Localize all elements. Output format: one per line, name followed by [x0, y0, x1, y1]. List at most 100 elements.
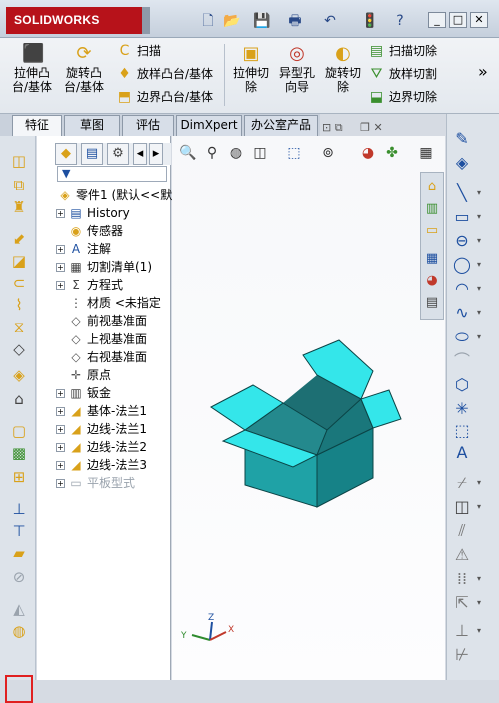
view-orientation-icon[interactable]: ⬚	[284, 142, 304, 164]
expand-icon[interactable]: +	[56, 425, 65, 434]
break-corner-icon[interactable]: ▢	[8, 420, 30, 442]
arc-dropdown-icon[interactable]: ▾	[477, 278, 487, 300]
swept-cut-button[interactable]: ▤ 扫描切除	[368, 41, 437, 61]
resources-icon[interactable]: ▥	[423, 199, 441, 219]
tree-root[interactable]: ◈ 零件1 (默认<<默	[57, 186, 172, 204]
tile-icon[interactable]: ⊡	[322, 121, 331, 134]
sweep-button[interactable]: C 扫描	[116, 41, 161, 61]
undo-icon[interactable]: ↶	[320, 12, 340, 30]
sketched-bend-icon[interactable]: ⧖	[8, 316, 30, 338]
section-view-icon[interactable]: ◫	[250, 142, 270, 164]
custom-properties-icon[interactable]: ▤	[423, 293, 441, 313]
hole-wizard-button[interactable]: ◎ 异型孔 向导	[274, 40, 320, 104]
open-folder-icon[interactable]: 📂	[222, 12, 242, 30]
unfold-icon[interactable]: ⊥	[8, 498, 30, 520]
solidworks-logo[interactable]: SOLIDWORKS	[6, 7, 142, 34]
tree-item[interactable]: ◇ 前视基准面	[56, 312, 147, 330]
plane-tool-icon[interactable]: ⬚	[451, 420, 473, 442]
mirror-icon[interactable]: ⚠	[451, 544, 473, 566]
tree-item[interactable]: + A 注解	[56, 240, 111, 258]
jog-icon[interactable]: ⌇	[8, 294, 30, 316]
linear-pattern-icon[interactable]: ⁞⁞	[451, 568, 473, 590]
polygon-icon[interactable]: ⬡	[451, 374, 473, 396]
edit-appearance-icon[interactable]: ◕	[358, 142, 378, 164]
tab-evaluate[interactable]: 评估	[122, 115, 174, 136]
close-doc-icon[interactable]: ✕	[373, 121, 382, 134]
boundary-boss-button[interactable]: ⬒ 边界凸台/基体	[116, 87, 213, 107]
rip-icon[interactable]: ◍	[8, 620, 30, 642]
display-relations-icon[interactable]: ⊥	[451, 620, 473, 642]
restore-icon[interactable]: ❐	[360, 121, 370, 134]
edge-flange-tool-icon[interactable]: ⬋	[8, 228, 30, 250]
pattern-dropdown-icon[interactable]: ▾	[477, 568, 487, 590]
expand-icon[interactable]: +	[56, 461, 65, 470]
zoom-to-fit-icon[interactable]: 🔍	[178, 142, 198, 164]
home-icon[interactable]: ⌂	[423, 177, 441, 197]
base-flange-tool-icon[interactable]: ◫	[8, 150, 30, 172]
new-document-icon[interactable]: 🗋	[198, 12, 218, 30]
traffic-light-icon[interactable]: 🚦	[360, 12, 380, 30]
tree-item[interactable]: + ◢ 基体-法兰1	[56, 402, 147, 420]
previous-view-icon[interactable]: ◍	[226, 142, 246, 164]
configuration-tab-icon[interactable]: ⚙	[107, 143, 129, 165]
tree-item[interactable]: ◇ 右视基准面	[56, 348, 147, 366]
boundary-cut-button[interactable]: ⬓ 边界切除	[368, 87, 437, 107]
tab-dimxpert[interactable]: DimXpert	[176, 115, 242, 136]
loft-button[interactable]: ♦ 放样凸台/基体	[116, 64, 213, 84]
close-button[interactable]: ✕	[470, 12, 488, 28]
property-manager-tab-icon[interactable]: ▤	[81, 143, 103, 165]
tree-item[interactable]: + ◢ 边线-法兰2	[56, 438, 147, 456]
expand-icon[interactable]: +	[56, 209, 65, 218]
expand-icon[interactable]: +	[56, 389, 65, 398]
move-entities-icon[interactable]: ⇱	[451, 592, 473, 614]
save-icon[interactable]: 💾	[252, 12, 272, 30]
lofted-cut-button[interactable]: ⛛ 放样切割	[368, 64, 437, 84]
slot-icon[interactable]: ⊖	[451, 230, 473, 252]
zoom-area-icon[interactable]: ⚲	[202, 142, 222, 164]
expand-icon[interactable]: +	[56, 263, 65, 272]
tree-item[interactable]: ◇ 上视基准面	[56, 330, 147, 348]
convert-dropdown-icon[interactable]: ▾	[477, 496, 487, 518]
corner-relief-icon[interactable]: ▩	[8, 442, 30, 464]
tree-item[interactable]: + ▥ 钣金	[56, 384, 111, 402]
spline-dropdown-icon[interactable]: ▾	[477, 302, 487, 324]
circle-icon[interactable]: ◯	[451, 254, 473, 276]
feature-filter-input[interactable]: ▼	[57, 166, 167, 182]
tab-features[interactable]: 特征	[12, 115, 62, 136]
tree-item[interactable]: ⋮ 材质 <未指定	[56, 294, 161, 312]
offset-icon[interactable]: ⫽	[451, 520, 473, 542]
display-style-icon[interactable]: ⊚	[318, 142, 338, 164]
trim-icon[interactable]: ⌿	[451, 472, 473, 494]
trim-dropdown-icon[interactable]: ▾	[477, 472, 487, 494]
arc-icon[interactable]: ◠	[451, 278, 473, 300]
tree-item[interactable]: + ▤ History	[56, 204, 130, 222]
help-icon[interactable]: ?	[390, 12, 410, 30]
ellipse-icon[interactable]: ⬭	[451, 326, 473, 348]
menu-expand-arrow[interactable]	[142, 7, 150, 34]
circle-dropdown-icon[interactable]: ▾	[477, 254, 487, 276]
closed-corner-icon[interactable]: ◈	[8, 364, 30, 386]
tree-item[interactable]: + ▦ 切割清单(1)	[56, 258, 152, 276]
tab-scroll-left-icon[interactable]: ◂	[133, 143, 147, 165]
line-dropdown-icon[interactable]: ▾	[477, 182, 487, 204]
flatten-icon[interactable]: ▰	[8, 542, 30, 564]
convert-to-sheet-metal-icon[interactable]: ⧉	[8, 174, 30, 196]
feature-tree-tab-icon[interactable]: ◆	[55, 143, 77, 165]
tree-item[interactable]: + ▭ 平板型式	[56, 474, 135, 492]
slot-dropdown-icon[interactable]: ▾	[477, 230, 487, 252]
print-icon[interactable]: 🖶	[285, 12, 305, 30]
revolve-cut-button[interactable]: ◐ 旋转切 除	[320, 40, 366, 104]
box-model[interactable]	[205, 335, 415, 510]
point-icon[interactable]: ✳	[451, 398, 473, 420]
tree-item[interactable]: ◉ 传感器	[56, 222, 123, 240]
relations-dropdown-icon[interactable]: ▾	[477, 620, 487, 642]
tab-office-products[interactable]: 办公室产品	[244, 115, 318, 136]
expand-icon[interactable]: +	[56, 407, 65, 416]
tab-scroll-right-icon[interactable]: ▸	[149, 143, 163, 165]
rectangle-icon[interactable]: ▭	[451, 206, 473, 228]
welded-corner-icon[interactable]: ⌂	[8, 388, 30, 410]
extrude-boss-button[interactable]: ⬛ 拉伸凸 台/基体	[8, 40, 56, 104]
minimize-button[interactable]: _	[428, 12, 446, 28]
appearances-icon[interactable]: ◕	[423, 271, 441, 291]
expand-icon[interactable]: +	[56, 245, 65, 254]
